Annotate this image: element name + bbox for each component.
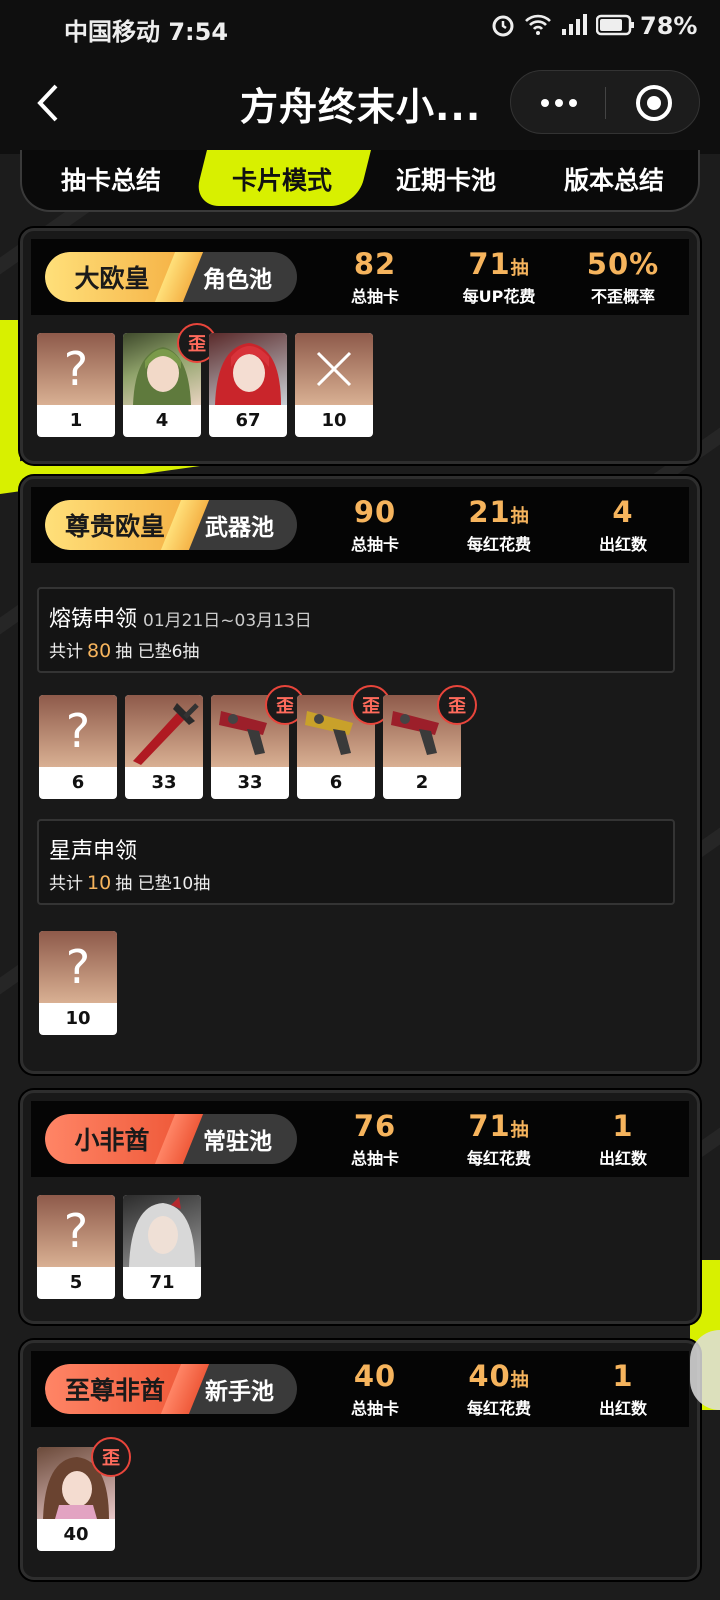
pool-summary[interactable]: 熔铸申领 01月21日~03月13日 共计 80 抽 已垫6抽 [37,587,675,673]
pull-item[interactable]: 33 [125,695,203,799]
tab-summary[interactable]: 抽卡总结 [22,150,200,208]
wifi-icon [525,14,551,35]
stat-red-count: 1 出红数 [598,1109,647,1168]
question-icon: ? [63,342,89,396]
alarm-icon [492,15,514,37]
character-portrait [123,1195,201,1267]
pull-list: ? 1 4歪 67 10 [37,323,373,437]
page-title: 方舟终末小... [240,85,482,129]
more-dots-icon [540,99,577,107]
pull-item[interactable]: 4歪 [123,323,217,437]
weapon-sword [125,695,203,767]
stat-cost: 40抽 每红花费 [466,1359,531,1418]
pool-date: 01月21日~03月13日 [143,611,312,631]
standard-pool-card: 小非酋 常驻池 76 总抽卡 71抽 每红花费 1 出红数 ? 5 71 [20,1090,700,1324]
pool-count: 共计 10 抽 已垫10抽 [49,872,211,894]
tab-recent-pools[interactable]: 近期卡池 [364,150,528,208]
pull-item[interactable]: ? 6 [39,695,117,799]
card-header: 小非酋 常驻池 76 总抽卡 71抽 每红花费 1 出红数 [31,1101,689,1177]
stat-cost: 71抽 每红花费 [466,1109,531,1168]
cross-icon [316,351,352,387]
stat-total: 82 总抽卡 [350,247,399,306]
rank-badge: 至尊非酋 新手池 [45,1364,297,1414]
pull-list: 40 歪 [37,1437,131,1551]
pull-item[interactable]: 6歪 [297,685,391,799]
beginner-pool-card: 至尊非酋 新手池 40 总抽卡 40抽 每红花费 1 出红数 40 歪 [20,1340,700,1580]
card-header: 至尊非酋 新手池 40 总抽卡 40抽 每红花费 1 出红数 [31,1351,689,1427]
pull-list: ? 10 [39,931,117,1035]
carrier-time: 中国移动 7:54 [64,18,229,46]
card-header: 大欧皇 角色池 82 总抽卡 71抽 每UP花费 50% 不歪概率 [31,239,689,315]
stat-total: 90 总抽卡 [350,495,399,554]
pull-list: ? 5 71 [37,1195,201,1299]
pull-list: ? 6 33 33 歪 6歪 2歪 [39,685,477,799]
stat-red-count: 1 出红数 [598,1359,647,1418]
pull-item[interactable]: 67 [209,333,287,437]
stat-total: 40 总抽卡 [350,1359,399,1418]
close-miniprogram-button[interactable] [607,71,701,135]
pull-item[interactable]: 40 歪 [37,1437,131,1551]
battery-percent: 78% [640,12,698,40]
stat-cost: 71抽 每UP花费 [462,247,536,306]
status-bar: 中国移动 7:54 78% [0,0,720,54]
pull-item[interactable]: ? 5 [37,1195,115,1299]
question-icon: ? [63,1204,89,1258]
stat-rate: 50% 不歪概率 [586,247,660,306]
pull-item[interactable]: ? 1 [37,333,115,437]
character-pool-card: 大欧皇 角色池 82 总抽卡 71抽 每UP花费 50% 不歪概率 ? 1 4歪 67 … [20,228,700,464]
chevron-left-icon [37,84,58,122]
rank-badge: 大欧皇 角色池 [45,252,297,302]
stat-cost: 21抽 每红花费 [466,495,531,554]
pool-name: 熔铸申领 [49,607,138,632]
rank-badge: 尊贵欧皇 武器池 [45,500,297,550]
card-header: 尊贵欧皇 武器池 90 总抽卡 21抽 每红花费 4 出红数 [31,487,689,563]
pool-label: 武器池 [205,515,274,541]
rank-badge: 小非酋 常驻池 [45,1114,297,1164]
pull-item[interactable]: 71 [123,1195,201,1299]
tab-version-summary[interactable]: 版本总结 [528,150,700,208]
mode-tab-bar: 抽卡总结 卡片模式 近期卡池 版本总结 [20,150,700,212]
pool-label: 角色池 [203,267,272,293]
question-icon: ? [65,704,91,758]
character-portrait [209,333,287,405]
pull-item[interactable]: ? 10 [39,931,117,1035]
rank-label: 小非酋 [45,1114,179,1164]
back-button[interactable] [28,78,68,128]
weapon-pool-card: 尊贵欧皇 武器池 90 总抽卡 21抽 每红花费 4 出红数 熔铸申领 01月21日~0… [20,476,700,1074]
pool-count: 共计 80 抽 已垫6抽 [49,640,200,662]
miniprogram-capsule [510,70,700,134]
tab-card-mode[interactable]: 卡片模式 [200,150,364,208]
more-button[interactable] [511,71,606,135]
pull-item[interactable]: 10 [295,333,373,437]
pull-item[interactable]: 33 歪 [211,685,305,799]
rank-label: 大欧皇 [45,252,179,302]
pool-label: 常驻池 [203,1129,272,1155]
question-icon: ? [65,940,91,994]
off-banner-badge: 歪 [91,1437,131,1477]
rank-label: 尊贵欧皇 [45,500,185,550]
capsule-divider [605,87,606,119]
stat-red-count: 4 出红数 [598,495,647,554]
stat-total: 76 总抽卡 [350,1109,399,1168]
off-banner-badge: 歪 [437,685,477,725]
pool-summary[interactable]: 星声申领 共计 10 抽 已垫10抽 [37,819,675,905]
nav-bar: 方舟终末小... [0,54,720,154]
signal-icon [562,14,587,35]
battery-icon [596,14,634,36]
target-icon [636,85,672,121]
rank-label: 至尊非酋 [45,1364,185,1414]
pull-item[interactable]: 2歪 [383,685,477,799]
pool-label: 新手池 [205,1379,274,1405]
pool-name: 星声申领 [49,839,138,864]
